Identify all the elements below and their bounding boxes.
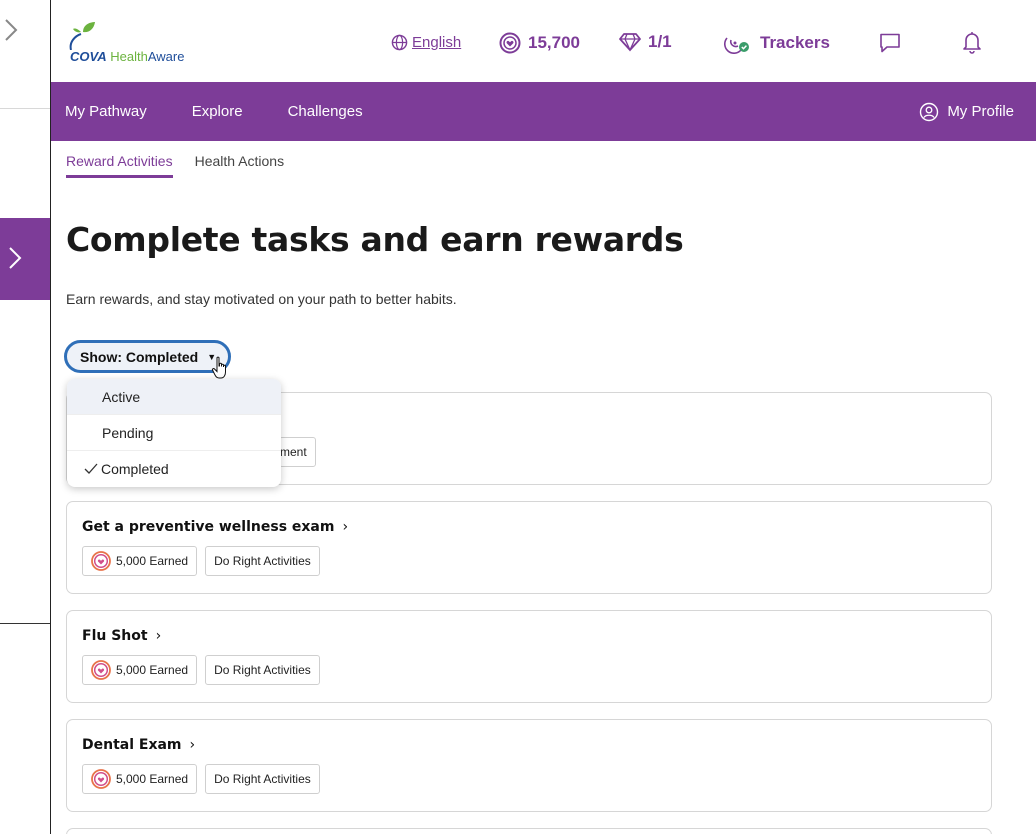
page-subtitle: Earn rewards, and stay motivated on your…: [66, 291, 457, 307]
option-label: Pending: [102, 424, 154, 441]
option-label: Completed: [101, 461, 169, 477]
brand-logo[interactable]: COVA HealthAware: [65, 22, 185, 64]
nav-explore[interactable]: Explore: [192, 103, 243, 120]
points-balance[interactable]: 15,700: [499, 32, 580, 54]
earned-text: 5,000 Earned: [116, 663, 189, 677]
earned-text: 5,000 Earned: [116, 772, 189, 786]
chat-icon: [880, 33, 900, 53]
profile-icon: [920, 102, 939, 121]
activity-card[interactable]: Dental Exam › 5,000 Earned Do Right Activ…: [66, 719, 992, 812]
tab-reward-activities[interactable]: Reward Activities: [66, 153, 173, 178]
chat-button[interactable]: [878, 32, 902, 59]
app-window: COVA HealthAware English 15,700 1/1 Trac…: [50, 0, 1036, 834]
activity-card[interactable]: [66, 828, 992, 834]
gems-value: 1/1: [648, 32, 672, 51]
main-nav: My Pathway Explore Challenges My Profile: [51, 82, 1036, 141]
sub-tabs: Reward Activities Health Actions: [51, 141, 1036, 181]
chevron-right-icon: ›: [342, 519, 349, 535]
globe-icon: [391, 34, 408, 51]
category-tag: Do Right Activities: [205, 655, 320, 685]
activity-card[interactable]: Flu Shot › 5,000 Earned Do Right Activiti…: [66, 610, 992, 703]
background-divider: [0, 108, 50, 109]
chevron-right-icon: ›: [189, 737, 196, 753]
background-side-tab: [0, 218, 50, 300]
nav-challenges[interactable]: Challenges: [288, 103, 363, 120]
card-title[interactable]: Get a preventive wellness exam ›: [82, 519, 348, 535]
card-tags: 5,000 Earned Do Right Activities: [82, 655, 320, 685]
card-tags: 5,000 Earned Do Right Activities: [82, 546, 320, 576]
card-tags: 5,000 Earned Do Right Activities: [82, 764, 320, 794]
language-selector[interactable]: English: [391, 34, 461, 51]
diamond-icon: [619, 33, 641, 52]
card-category-fragment: ment: [280, 445, 307, 459]
language-label: English: [412, 34, 462, 51]
trackers-label: Trackers: [760, 33, 830, 52]
card-title-text: Flu Shot: [82, 628, 148, 644]
points-icon: [91, 769, 111, 789]
card-category-tag: ment: [279, 437, 316, 467]
my-profile-label: My Profile: [947, 103, 1014, 120]
background-divider: [0, 623, 50, 624]
background-chevron-icon: [5, 19, 18, 41]
category-text: Do Right Activities: [214, 554, 311, 568]
bell-icon: [963, 32, 981, 54]
top-header: COVA HealthAware English 15,700 1/1 Trac…: [51, 0, 1036, 82]
card-title-text: Dental Exam: [82, 737, 182, 753]
hand-cursor-icon: [211, 356, 226, 379]
category-tag: Do Right Activities: [205, 764, 320, 794]
card-title[interactable]: Flu Shot ›: [82, 628, 161, 644]
trackers-icon: [724, 37, 749, 54]
category-tag: Do Right Activities: [205, 546, 320, 576]
earned-text: 5,000 Earned: [116, 554, 189, 568]
filter-option-pending[interactable]: Pending: [67, 415, 281, 451]
chevron-right-icon: ›: [155, 628, 162, 644]
tab-health-actions[interactable]: Health Actions: [195, 153, 285, 175]
page-title: Complete tasks and earn rewards: [66, 220, 684, 259]
points-value: 15,700: [528, 33, 580, 52]
brand-aware: Aware: [147, 49, 185, 64]
option-label: Active: [102, 388, 141, 405]
earned-tag: 5,000 Earned: [82, 546, 198, 576]
earned-tag: 5,000 Earned: [82, 655, 198, 685]
filter-option-completed[interactable]: Completed: [67, 451, 281, 487]
filter-label: Show: Completed: [80, 348, 199, 365]
category-text: Do Right Activities: [214, 663, 311, 677]
show-filter-dropdown[interactable]: Show: Completed ▼: [64, 340, 231, 373]
points-icon: [499, 32, 521, 54]
gems-count[interactable]: 1/1: [619, 32, 672, 52]
my-profile-link[interactable]: My Profile: [919, 82, 1014, 141]
nav-my-pathway[interactable]: My Pathway: [65, 103, 147, 120]
background-side-chevron-icon: [9, 247, 22, 269]
logo-leaf-icon: [69, 22, 95, 50]
trackers-link[interactable]: Trackers: [723, 32, 830, 54]
card-title[interactable]: Dental Exam ›: [82, 737, 195, 753]
activity-card[interactable]: Get a preventive wellness exam › 5,000 Ea…: [66, 501, 992, 594]
filter-option-active[interactable]: Active: [67, 379, 281, 415]
filter-menu: Active Pending Completed: [67, 379, 281, 487]
points-icon: [91, 551, 111, 571]
notifications-button[interactable]: [961, 30, 983, 59]
check-icon: [84, 463, 98, 474]
card-title-text: Get a preventive wellness exam: [82, 519, 335, 535]
background-page-edge: [0, 0, 50, 834]
earned-tag: 5,000 Earned: [82, 764, 198, 794]
points-icon: [91, 660, 111, 680]
brand-health: Health: [110, 49, 148, 64]
brand-cova: COVA: [70, 49, 107, 64]
category-text: Do Right Activities: [214, 772, 311, 786]
